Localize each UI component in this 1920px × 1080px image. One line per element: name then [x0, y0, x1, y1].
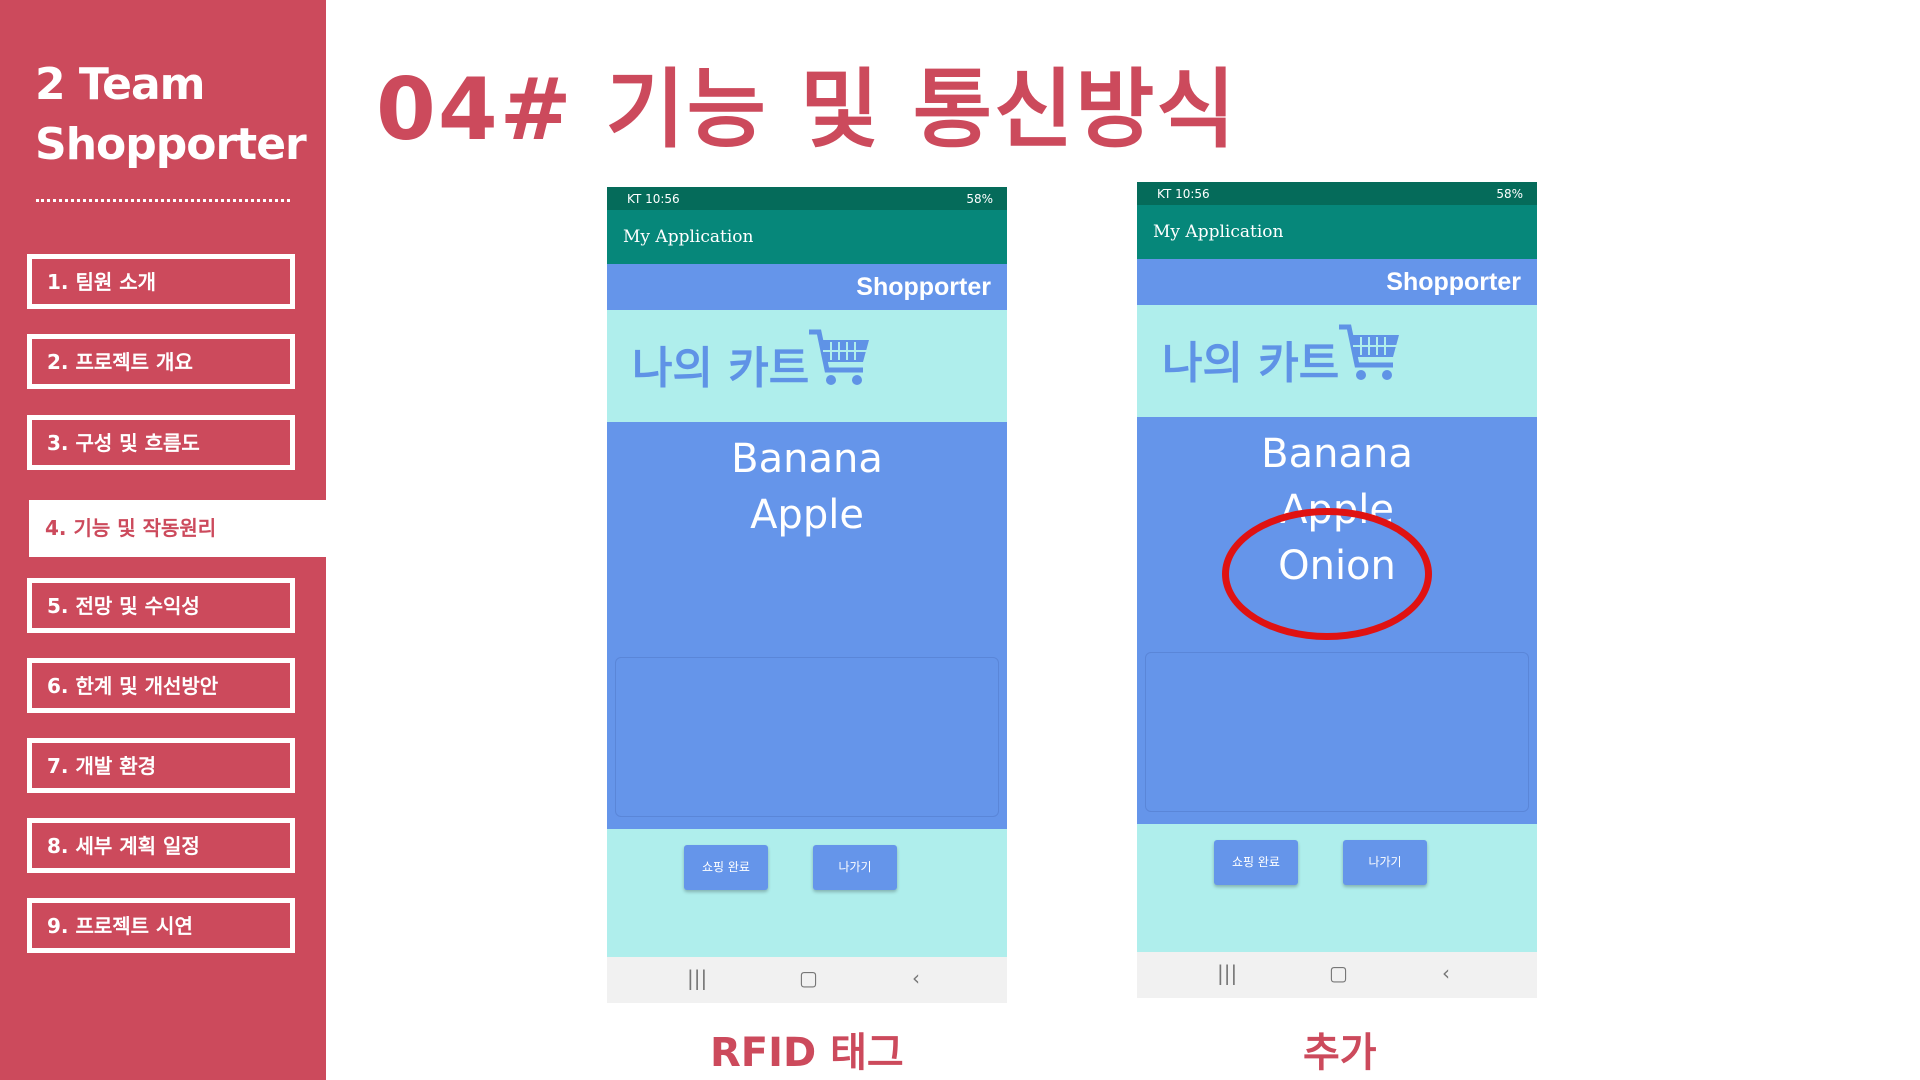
- sidebar-item-demo[interactable]: 9. 프로젝트 시연: [27, 898, 295, 953]
- phone-screenshot-rfid: KT 10:56 58% My Application Shopporter 나…: [607, 187, 1007, 1003]
- cart-header: 나의 카트: [607, 310, 1007, 422]
- team-line-1: 2 Team: [35, 59, 205, 110]
- sidebar-item-schedule[interactable]: 8. 세부 계획 일정: [27, 818, 295, 873]
- android-nav-bar: ||| ▢ ‹: [607, 957, 1007, 1003]
- team-title: 2 Team Shopporter: [35, 55, 307, 175]
- finish-shopping-button[interactable]: 쇼핑 완료: [684, 845, 768, 890]
- list-inner-panel: [615, 657, 999, 817]
- sidebar-item-dev-env[interactable]: 7. 개발 환경: [27, 738, 295, 793]
- sidebar-divider: [36, 199, 290, 202]
- exit-button[interactable]: 나가기: [813, 845, 897, 890]
- sidebar-item-features-active[interactable]: 4. 기능 및 작동원리: [29, 500, 326, 557]
- status-left: KT 10:56: [1157, 186, 1210, 201]
- cart-item: Banana: [1261, 431, 1413, 477]
- exit-button[interactable]: 나가기: [1343, 840, 1427, 885]
- status-bar: KT 10:56 58%: [607, 187, 1007, 210]
- status-bar: KT 10:56 58%: [1137, 182, 1537, 205]
- sidebar-item-label: 3. 구성 및 흐름도: [47, 431, 200, 455]
- sidebar: 2 Team Shopporter 1. 팀원 소개 2. 프로젝트 개요 3.…: [0, 0, 326, 1080]
- recent-apps-icon[interactable]: |||: [1217, 961, 1237, 985]
- brand-label: Shopporter: [607, 264, 1007, 310]
- recent-apps-icon[interactable]: |||: [687, 966, 707, 990]
- home-icon[interactable]: ▢: [799, 966, 818, 990]
- cart-item: Apple: [750, 492, 864, 538]
- sidebar-item-outlook[interactable]: 5. 전망 및 수익성: [27, 578, 295, 633]
- cart-item-list: Banana Apple: [607, 422, 1007, 829]
- cart-title: 나의 카트: [632, 343, 810, 394]
- caption-rfid: RFID 태그: [710, 1030, 904, 1076]
- home-icon[interactable]: ▢: [1329, 961, 1348, 985]
- button-area: 쇼핑 완료 나가기: [607, 829, 1007, 957]
- sidebar-item-structure-flow[interactable]: 3. 구성 및 흐름도: [27, 415, 295, 470]
- sidebar-item-label: 9. 프로젝트 시연: [47, 914, 193, 938]
- highlight-circle: [1222, 508, 1432, 640]
- sidebar-item-label: 4. 기능 및 작동원리: [45, 516, 217, 540]
- sidebar-item-label: 7. 개발 환경: [47, 754, 157, 778]
- team-line-2: Shopporter: [35, 119, 307, 170]
- status-right: 58%: [966, 191, 993, 206]
- list-inner-panel: [1145, 652, 1529, 812]
- caption-added: 추가: [1303, 1030, 1377, 1076]
- sidebar-item-label: 1. 팀원 소개: [47, 270, 157, 294]
- sidebar-item-label: 2. 프로젝트 개요: [47, 350, 193, 374]
- cart-item: Banana: [731, 436, 883, 482]
- back-icon[interactable]: ‹: [1442, 961, 1450, 985]
- app-bar-title: My Application: [607, 210, 1007, 264]
- status-right: 58%: [1496, 186, 1523, 201]
- brand-label: Shopporter: [1137, 259, 1537, 305]
- finish-shopping-button[interactable]: 쇼핑 완료: [1214, 840, 1298, 885]
- sidebar-item-label: 5. 전망 및 수익성: [47, 594, 200, 618]
- sidebar-item-project-overview[interactable]: 2. 프로젝트 개요: [27, 334, 295, 389]
- page-title: 04# 기능 및 통신방식: [376, 60, 1238, 160]
- sidebar-item-team-intro[interactable]: 1. 팀원 소개: [27, 254, 295, 309]
- cart-title: 나의 카트: [1162, 338, 1340, 389]
- shopping-cart-icon: [1339, 324, 1399, 380]
- app-bar-title: My Application: [1137, 205, 1537, 259]
- back-icon[interactable]: ‹: [912, 966, 920, 990]
- android-nav-bar: ||| ▢ ‹: [1137, 952, 1537, 998]
- sidebar-item-label: 6. 한계 및 개선방안: [47, 674, 219, 698]
- sidebar-item-limitations[interactable]: 6. 한계 및 개선방안: [27, 658, 295, 713]
- cart-header: 나의 카트: [1137, 305, 1537, 417]
- status-left: KT 10:56: [627, 191, 680, 206]
- button-area: 쇼핑 완료 나가기: [1137, 824, 1537, 952]
- shopping-cart-icon: [809, 329, 869, 385]
- sidebar-item-label: 8. 세부 계획 일정: [47, 834, 200, 858]
